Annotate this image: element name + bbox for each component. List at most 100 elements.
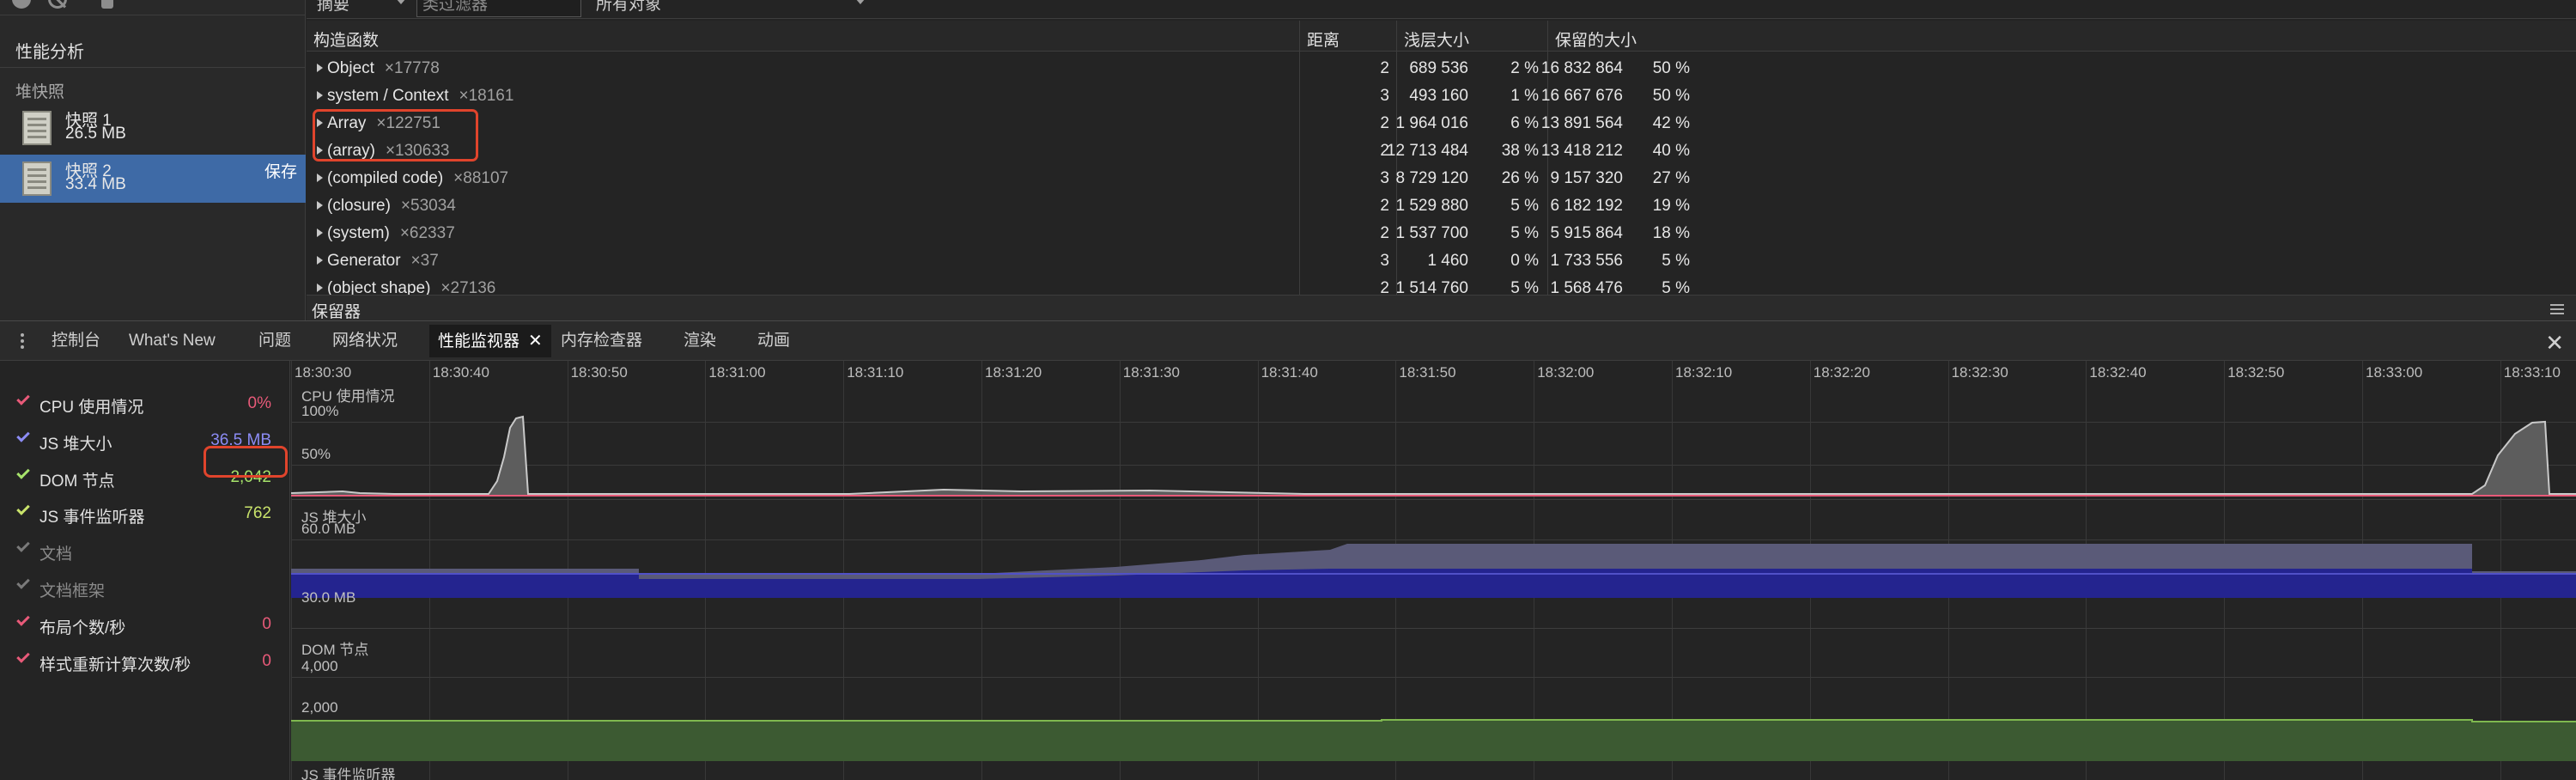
retained-size-value: 16 832 864 (1540, 59, 1623, 77)
objects-select[interactable]: 所有对象 (596, 0, 866, 15)
view-select[interactable]: 摘要 (317, 0, 406, 15)
metric-label: CPU 使用情况 (39, 399, 144, 417)
shallow-size-percent: 0 % (1510, 252, 1539, 270)
metric-item[interactable]: JS 事件监听器 762 (0, 497, 290, 533)
distance-value: 2 (1380, 224, 1389, 242)
expand-triangle-icon[interactable] (317, 174, 323, 182)
table-row[interactable]: (array) ×130633 2 12 713 484 38 % 13 418 212 4… (307, 136, 2576, 163)
table-row[interactable]: Array ×122751 2 1 964 016 6 % 13 891 564 42 % (307, 108, 2576, 136)
more-options-icon[interactable] (21, 333, 24, 337)
chart-ref-label: 2,000 (301, 699, 338, 716)
shallow-size-value: 12 713 484 (1386, 142, 1468, 160)
expand-triangle-icon[interactable] (317, 256, 323, 265)
table-row[interactable]: (closure) ×53034 2 1 529 880 5 % 6 182 192 19 … (307, 191, 2576, 218)
checkmark-icon[interactable] (16, 392, 30, 405)
tab-issues[interactable]: 问题 (250, 330, 300, 361)
metric-item[interactable]: 布局个数/秒 0 (0, 607, 290, 643)
tab-memory-inspector[interactable]: 内存检查器 (552, 330, 651, 361)
table-row[interactable]: system / Context ×18161 3 493 160 1 % 16 667 … (307, 81, 2576, 108)
checkmark-icon[interactable] (16, 576, 30, 589)
distance-value: 3 (1380, 252, 1389, 270)
expand-triangle-icon[interactable] (317, 201, 323, 210)
distance-value: 2 (1380, 114, 1389, 132)
cpu-usage-line (291, 415, 2576, 495)
column-constructor[interactable]: 构造函数 (313, 27, 379, 51)
constructor-name: (closure) ×53034 (327, 197, 456, 216)
close-drawer-icon[interactable]: ✕ (2545, 330, 2564, 356)
tab-rendering[interactable]: 渲染 (675, 330, 725, 361)
profiles-sidebar: 性能分析 堆快照 快照 1 26.5 MB 快照 2 33.4 MB 保存 (0, 0, 306, 320)
expand-triangle-icon[interactable] (317, 283, 323, 292)
tab-network-conditions[interactable]: 网络状况 (324, 330, 406, 361)
memory-panel: 性能分析 堆快照 快照 1 26.5 MB 快照 2 33.4 MB 保存 摘要… (0, 0, 2576, 321)
expand-triangle-icon[interactable] (317, 229, 323, 237)
retainers-panel-header: 保留器 (307, 295, 2576, 321)
garbage-collect-icon[interactable] (101, 0, 113, 9)
clear-icon[interactable] (48, 0, 67, 9)
heap-summary-view: 摘要 类过滤器 所有对象 构造函数 距离 浅层大小 保留的大小 Object ×1… (307, 0, 2576, 321)
column-distance[interactable]: 距离 (1307, 27, 1340, 51)
performance-monitor: CPU 使用情况 0% JS 堆大小 36.5 MB DOM 节点 2,042 JS 事件监… (0, 361, 2576, 780)
retained-size-value: 6 182 192 (1550, 197, 1623, 215)
column-retained-size[interactable]: 保留的大小 (1555, 27, 1637, 51)
shallow-size-value: 689 536 (1409, 59, 1468, 77)
retained-size-value: 13 891 564 (1540, 114, 1623, 132)
column-shallow-size[interactable]: 浅层大小 (1404, 27, 1469, 51)
snapshot-item[interactable]: 快照 1 26.5 MB (0, 104, 306, 152)
retained-size-percent: 50 % (1652, 87, 1690, 105)
checkmark-icon[interactable] (16, 429, 30, 442)
expand-triangle-icon[interactable] (317, 64, 323, 72)
snapshot-icon (22, 161, 52, 196)
dom-nodes-area (291, 720, 2576, 761)
instance-count: ×53034 (400, 197, 456, 215)
metric-item[interactable]: 文档框架 (0, 570, 290, 606)
metric-item[interactable]: CPU 使用情况 0% (0, 387, 290, 423)
retained-size-value: 16 667 676 (1540, 87, 1623, 105)
snapshot-item-selected[interactable]: 快照 2 33.4 MB 保存 (0, 155, 306, 203)
shallow-size-percent: 5 % (1510, 197, 1539, 215)
metric-label: 布局个数/秒 (39, 619, 126, 637)
constructor-name: (system) ×62337 (327, 224, 455, 243)
metric-item[interactable]: 样式重新计算次数/秒 0 (0, 644, 290, 680)
metric-item[interactable]: 文档 (0, 533, 290, 570)
table-row[interactable]: Object ×17778 2 689 536 2 % 16 832 864 50 % (307, 53, 2576, 81)
drawer-tabbar: 控制台 What's New 问题 网络状况 性能监视器 ✕ 内存检查器 渲染 动… (0, 320, 2576, 361)
table-row[interactable]: (system) ×62337 2 1 537 700 5 % 5 915 864 18 % (307, 218, 2576, 246)
expand-triangle-icon[interactable] (317, 91, 323, 100)
filter-toolbar: 摘要 类过滤器 所有对象 (307, 0, 2576, 19)
annotation-highlight (204, 446, 288, 478)
checkmark-icon[interactable] (16, 539, 30, 552)
table-row[interactable]: (compiled code) ×88107 3 8 729 120 26 % 9 157… (307, 163, 2576, 191)
record-icon[interactable] (12, 0, 31, 9)
retained-size-percent: 42 % (1652, 114, 1690, 132)
distance-value: 3 (1380, 87, 1389, 105)
dom-nodes-chart: DOM 节点 4,000 2,000 (291, 629, 2576, 761)
tab-animations[interactable]: 动画 (749, 330, 799, 361)
checkmark-icon[interactable] (16, 502, 30, 516)
cpu-usage-plot (291, 415, 2576, 497)
table-row[interactable]: Generator ×37 3 1 460 0 % 1 733 556 5 % (307, 246, 2576, 273)
instance-count: ×37 (410, 252, 439, 270)
checkmark-icon[interactable] (16, 649, 30, 663)
shallow-size-value: 8 729 120 (1395, 169, 1468, 187)
checkmark-icon[interactable] (16, 465, 30, 479)
shallow-size-percent: 26 % (1501, 169, 1539, 187)
heap-snapshots-group-label: 堆快照 (15, 83, 65, 101)
tab-performance-monitor[interactable]: 性能监视器 ✕ (429, 325, 551, 357)
distance-value: 3 (1380, 169, 1389, 187)
tab-whats-new[interactable]: What's New (120, 330, 224, 361)
checkmark-icon[interactable] (16, 612, 30, 626)
class-filter-input[interactable]: 类过滤器 (416, 0, 581, 17)
retained-size-percent: 18 % (1652, 224, 1690, 242)
close-tab-icon[interactable]: ✕ (528, 325, 543, 357)
tab-console[interactable]: 控制台 (43, 330, 109, 361)
metric-label: 文档框架 (39, 582, 106, 600)
menu-icon[interactable] (2550, 304, 2564, 306)
retained-size-value: 9 157 320 (1550, 169, 1623, 187)
save-snapshot-button[interactable]: 保存 (264, 159, 297, 182)
constructor-label: Object (327, 59, 374, 77)
shallow-size-percent: 2 % (1510, 59, 1539, 77)
js-listeners-chart: JS 事件监听器 (291, 761, 2576, 780)
annotation-highlight (313, 109, 478, 161)
retained-size-value: 13 418 212 (1540, 142, 1623, 160)
